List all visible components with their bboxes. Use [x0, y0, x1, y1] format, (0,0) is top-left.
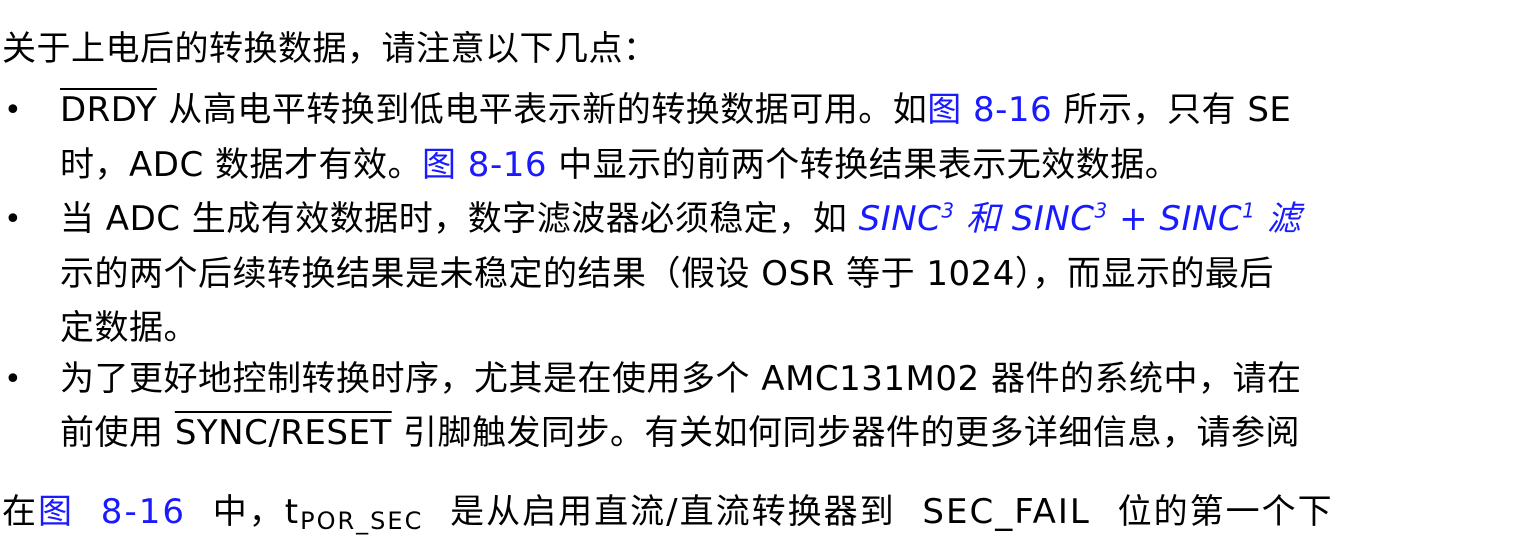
bullet-3-line-1: 为了更好地控制转换时序，尤其是在使用多个 AMC131M02 器件的系统中，请在 — [60, 359, 1302, 399]
bullet-1-line-2: 时，ADC 数据才有效。图 8-16 中显示的前两个转换结果表示无效数据。 — [60, 145, 1179, 185]
bullet-marker: • — [4, 362, 22, 397]
figure-8-16-link[interactable]: 图 8-16 — [927, 90, 1052, 130]
footer-text-c: 是从启用直流/直流转换器到 SEC_FAIL 位的第一个下 — [423, 492, 1334, 532]
footer-paragraph: 在图 8-16 中，tPOR_SEC 是从启用直流/直流转换器到 SEC_FAI… — [2, 492, 1334, 535]
bullet-2-line-1: 当 ADC 生成有效数据时，数字滤波器必须稳定，如 SINC3 和 SINC3 … — [60, 199, 1301, 239]
bullet-2-text-a: 当 ADC 生成有效数据时，数字滤波器必须稳定，如 — [60, 199, 859, 239]
sync-reset-signal: SYNC/RESET — [174, 413, 392, 453]
sinc-filter-link[interactable]: SINC3 和 SINC3 + SINC1 滤 — [859, 199, 1302, 239]
bullet-2-line-2: 示的两个后续转换结果是未稳定的结果（假设 OSR 等于 1024），而显示的最后 — [60, 254, 1274, 294]
figure-8-16-link[interactable]: 图 8-16 — [38, 492, 186, 532]
bullet-1-line-2-text-b: 中显示的前两个转换结果表示无效数据。 — [546, 145, 1180, 185]
bullet-3-line-2-text-a: 前使用 — [60, 413, 175, 453]
document-page: 关于上电后的转换数据，请注意以下几点： • DRDY 从高电平转换到低电平表示新… — [0, 0, 1521, 542]
bullet-marker: • — [4, 93, 22, 128]
intro-paragraph: 关于上电后的转换数据，请注意以下几点： — [2, 29, 658, 69]
bullet-1-line-1: DRDY 从高电平转换到低电平表示新的转换数据可用。如图 8-16 所示，只有 … — [60, 90, 1291, 130]
bullet-3-line-2-text-b: 引脚触发同步。有关如何同步器件的更多详细信息，请参阅 — [391, 413, 1301, 453]
drdy-signal: DRDY — [60, 90, 157, 130]
bullet-3-line-2: 前使用 SYNC/RESET 引脚触发同步。有关如何同步器件的更多详细信息，请参… — [60, 413, 1300, 453]
bullet-1-text-a: 从高电平转换到低电平表示新的转换数据可用。如 — [156, 90, 928, 130]
bullet-1-line-2-text-a: 时，ADC 数据才有效。 — [60, 145, 422, 185]
footer-text-a: 在 — [2, 492, 38, 532]
bullet-2-line-3: 定数据。 — [60, 308, 198, 348]
bullet-1-text-b: 所示，只有 SE — [1052, 90, 1292, 130]
t-por-sec-subscript: POR_SEC — [300, 507, 424, 535]
footer-text-b: 中，t — [185, 492, 301, 532]
figure-8-16-link[interactable]: 图 8-16 — [422, 145, 547, 185]
bullet-marker: • — [4, 202, 22, 237]
